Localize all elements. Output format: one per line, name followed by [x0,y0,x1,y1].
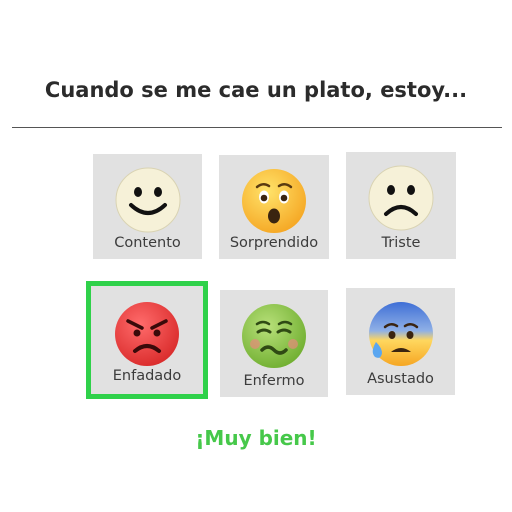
option-card-asustado[interactable]: Asustado [346,288,455,395]
option-label: Sorprendido [229,235,319,251]
option-label: Asustado [367,371,434,387]
feedback-message: ¡Muy bien! [195,426,317,450]
question-title: Cuando se me cae un plato, estoy... [44,78,468,102]
surprised-face-icon [242,169,306,233]
option-card-contento[interactable]: Contento [93,154,202,259]
frowning-face-icon [368,165,434,231]
anxious-face-with-sweat-icon [368,302,433,366]
angry-face-icon [115,302,179,366]
option-card-enfadado[interactable]: Enfadado [86,281,208,399]
option-label: Triste [381,235,421,251]
option-label: Contento [114,235,181,251]
option-card-enfermo[interactable]: Enfermo [220,290,328,397]
option-label: Enfadado [112,368,182,384]
option-card-sorprendido[interactable]: Sorprendido [219,155,329,259]
option-card-triste[interactable]: Triste [346,152,456,259]
option-label: Enfermo [243,373,305,389]
nauseated-face-icon [242,304,306,368]
smiling-face-icon [115,167,180,233]
divider [12,127,502,128]
